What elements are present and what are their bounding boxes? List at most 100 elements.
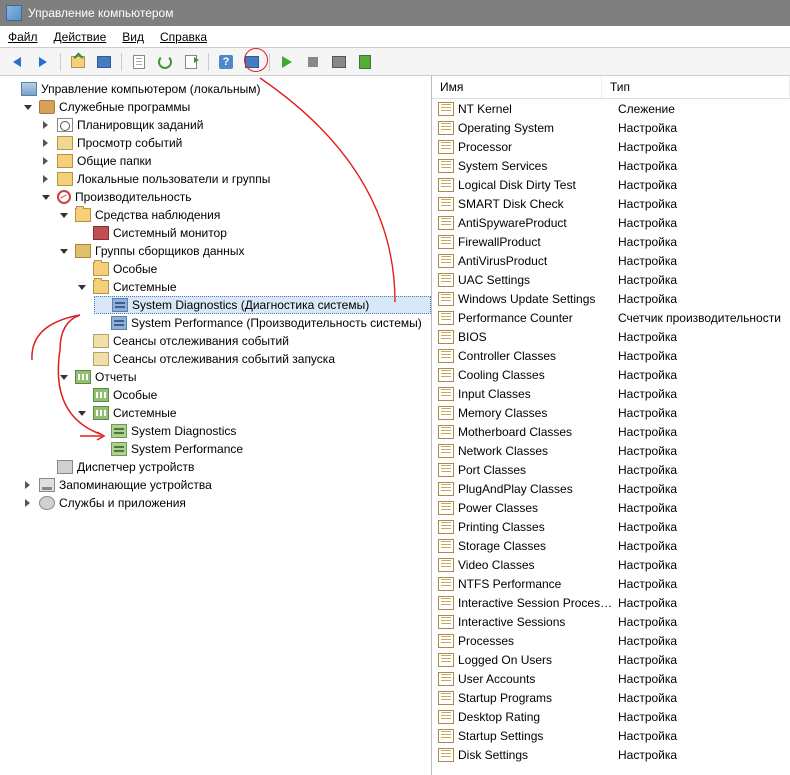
menu-help[interactable]: Справка [160, 30, 207, 44]
tree-root[interactable]: Управление компьютером (локальным) [4, 80, 431, 98]
device-manager-icon [57, 460, 73, 474]
tree-system-performance[interactable]: System Performance (Производительность с… [94, 314, 431, 332]
list-row[interactable]: BIOSНастройка [432, 327, 790, 346]
row-name: SMART Disk Check [458, 197, 618, 211]
list-row[interactable]: User AccountsНастройка [432, 669, 790, 688]
list-row[interactable]: Operating SystemНастройка [432, 118, 790, 137]
list-row[interactable]: Input ClassesНастройка [432, 384, 790, 403]
list-row[interactable]: FirewallProductНастройка [432, 232, 790, 251]
tree-event-sessions[interactable]: Сеансы отслеживания событий [76, 332, 431, 350]
list-row[interactable]: Cooling ClassesНастройка [432, 365, 790, 384]
list-row[interactable]: Startup SettingsНастройка [432, 726, 790, 745]
list-row[interactable]: PlugAndPlay ClassesНастройка [432, 479, 790, 498]
show-hide-button[interactable] [93, 51, 115, 73]
tree-monitor-tools[interactable]: Средства наблюдения [58, 206, 431, 224]
row-name: AntiVirusProduct [458, 254, 618, 268]
list-row[interactable]: Video ClassesНастройка [432, 555, 790, 574]
tree-event-viewer[interactable]: Просмотр событий [40, 134, 431, 152]
tree-system-tools[interactable]: Служебные программы [22, 98, 431, 116]
tree-reports-custom[interactable]: Особые [76, 386, 431, 404]
list-row[interactable]: ProcessorНастройка [432, 137, 790, 156]
tree-task-scheduler[interactable]: Планировщик заданий [40, 116, 431, 134]
list-row[interactable]: AntiSpywareProductНастройка [432, 213, 790, 232]
twistie-icon[interactable] [58, 246, 69, 257]
list-row[interactable]: Logged On UsersНастройка [432, 650, 790, 669]
twistie-icon[interactable] [58, 372, 69, 383]
list-row[interactable]: Motherboard ClassesНастройка [432, 422, 790, 441]
tree-dcs-custom[interactable]: Особые [76, 260, 431, 278]
list-row[interactable]: Controller ClassesНастройка [432, 346, 790, 365]
list-row[interactable]: Disk SettingsНастройка [432, 745, 790, 764]
list-row[interactable]: UAC SettingsНастройка [432, 270, 790, 289]
twistie-icon[interactable] [40, 120, 51, 131]
tree-performance[interactable]: Производительность [40, 188, 431, 206]
template-button[interactable] [354, 51, 376, 73]
list-row[interactable]: ProcessesНастройка [432, 631, 790, 650]
list-row[interactable]: Logical Disk Dirty TestНастройка [432, 175, 790, 194]
refresh-button[interactable] [154, 51, 176, 73]
monitor-button[interactable] [241, 51, 263, 73]
list-row[interactable]: AntiVirusProductНастройка [432, 251, 790, 270]
list-row[interactable]: System ServicesНастройка [432, 156, 790, 175]
menu-action[interactable]: Действие [54, 30, 107, 44]
list-row[interactable]: NTFS PerformanceНастройка [432, 574, 790, 593]
tree-services-apps[interactable]: Службы и приложения [22, 494, 431, 512]
twistie-icon[interactable] [76, 408, 87, 419]
properties-button[interactable] [128, 51, 150, 73]
list-row[interactable]: Memory ClassesНастройка [432, 403, 790, 422]
list-pane[interactable]: Имя Тип NT KernelСлежениеOperating Syste… [432, 76, 790, 775]
tree-device-manager[interactable]: Диспетчер устройств [40, 458, 431, 476]
back-button[interactable] [6, 51, 28, 73]
tree-system-diagnostics[interactable]: System Diagnostics (Диагностика системы) [94, 296, 431, 314]
forward-button[interactable] [32, 51, 54, 73]
toolbar-separator [208, 53, 209, 71]
list-row[interactable]: Port ClassesНастройка [432, 460, 790, 479]
list-row[interactable]: Network ClassesНастройка [432, 441, 790, 460]
column-header-name[interactable]: Имя [432, 76, 602, 98]
tree-report-system-performance[interactable]: System Performance [94, 440, 431, 458]
tree-system-monitor[interactable]: Системный монитор [76, 224, 431, 242]
list-row[interactable]: Startup ProgramsНастройка [432, 688, 790, 707]
tree-pane[interactable]: Управление компьютером (локальным) Служе… [0, 76, 432, 775]
twistie-icon[interactable] [58, 210, 69, 221]
twistie-icon[interactable] [22, 480, 33, 491]
menu-file[interactable]: Файл [8, 30, 38, 44]
list-row[interactable]: NT KernelСлежение [432, 99, 790, 118]
list-row[interactable]: Interactive Session ProcessesНастройка [432, 593, 790, 612]
tree-local-users[interactable]: Локальные пользователи и группы [40, 170, 431, 188]
list-row[interactable]: Performance CounterСчетчик производитель… [432, 308, 790, 327]
twistie-icon[interactable] [22, 498, 33, 509]
list-row[interactable]: Interactive SessionsНастройка [432, 612, 790, 631]
up-button[interactable] [67, 51, 89, 73]
list-row[interactable]: Printing ClassesНастройка [432, 517, 790, 536]
list-row[interactable]: SMART Disk CheckНастройка [432, 194, 790, 213]
list-row[interactable]: Windows Update SettingsНастройка [432, 289, 790, 308]
list-row[interactable]: Storage ClassesНастройка [432, 536, 790, 555]
list-row[interactable]: Power ClassesНастройка [432, 498, 790, 517]
tree-storage[interactable]: Запоминающие устройства [22, 476, 431, 494]
column-header-type[interactable]: Тип [602, 76, 790, 98]
menu-view[interactable]: Вид [122, 30, 144, 44]
tree-reports-system[interactable]: Системные [76, 404, 431, 422]
twistie-icon[interactable] [40, 156, 51, 167]
strip-button[interactable] [328, 51, 350, 73]
twistie-icon[interactable] [40, 192, 51, 203]
tree-report-system-diagnostics[interactable]: System Diagnostics [94, 422, 431, 440]
twistie-icon[interactable] [40, 138, 51, 149]
tree-data-collector-sets[interactable]: Группы сборщиков данных [58, 242, 431, 260]
row-type: Слежение [618, 102, 790, 116]
export-button[interactable] [180, 51, 202, 73]
tree-event-sessions-startup[interactable]: Сеансы отслеживания событий запуска [76, 350, 431, 368]
twistie-icon[interactable] [76, 282, 87, 293]
twistie-icon[interactable] [22, 102, 33, 113]
play-button[interactable] [276, 51, 298, 73]
list-header: Имя Тип [432, 76, 790, 99]
tree-shared-folders[interactable]: Общие папки [40, 152, 431, 170]
help-button[interactable]: ? [215, 51, 237, 73]
tree-reports[interactable]: Отчеты [58, 368, 431, 386]
list-row[interactable]: Desktop RatingНастройка [432, 707, 790, 726]
tree-label: System Performance [131, 442, 243, 456]
twistie-icon[interactable] [40, 174, 51, 185]
stop-button[interactable] [302, 51, 324, 73]
tree-dcs-system[interactable]: Системные [76, 278, 431, 296]
